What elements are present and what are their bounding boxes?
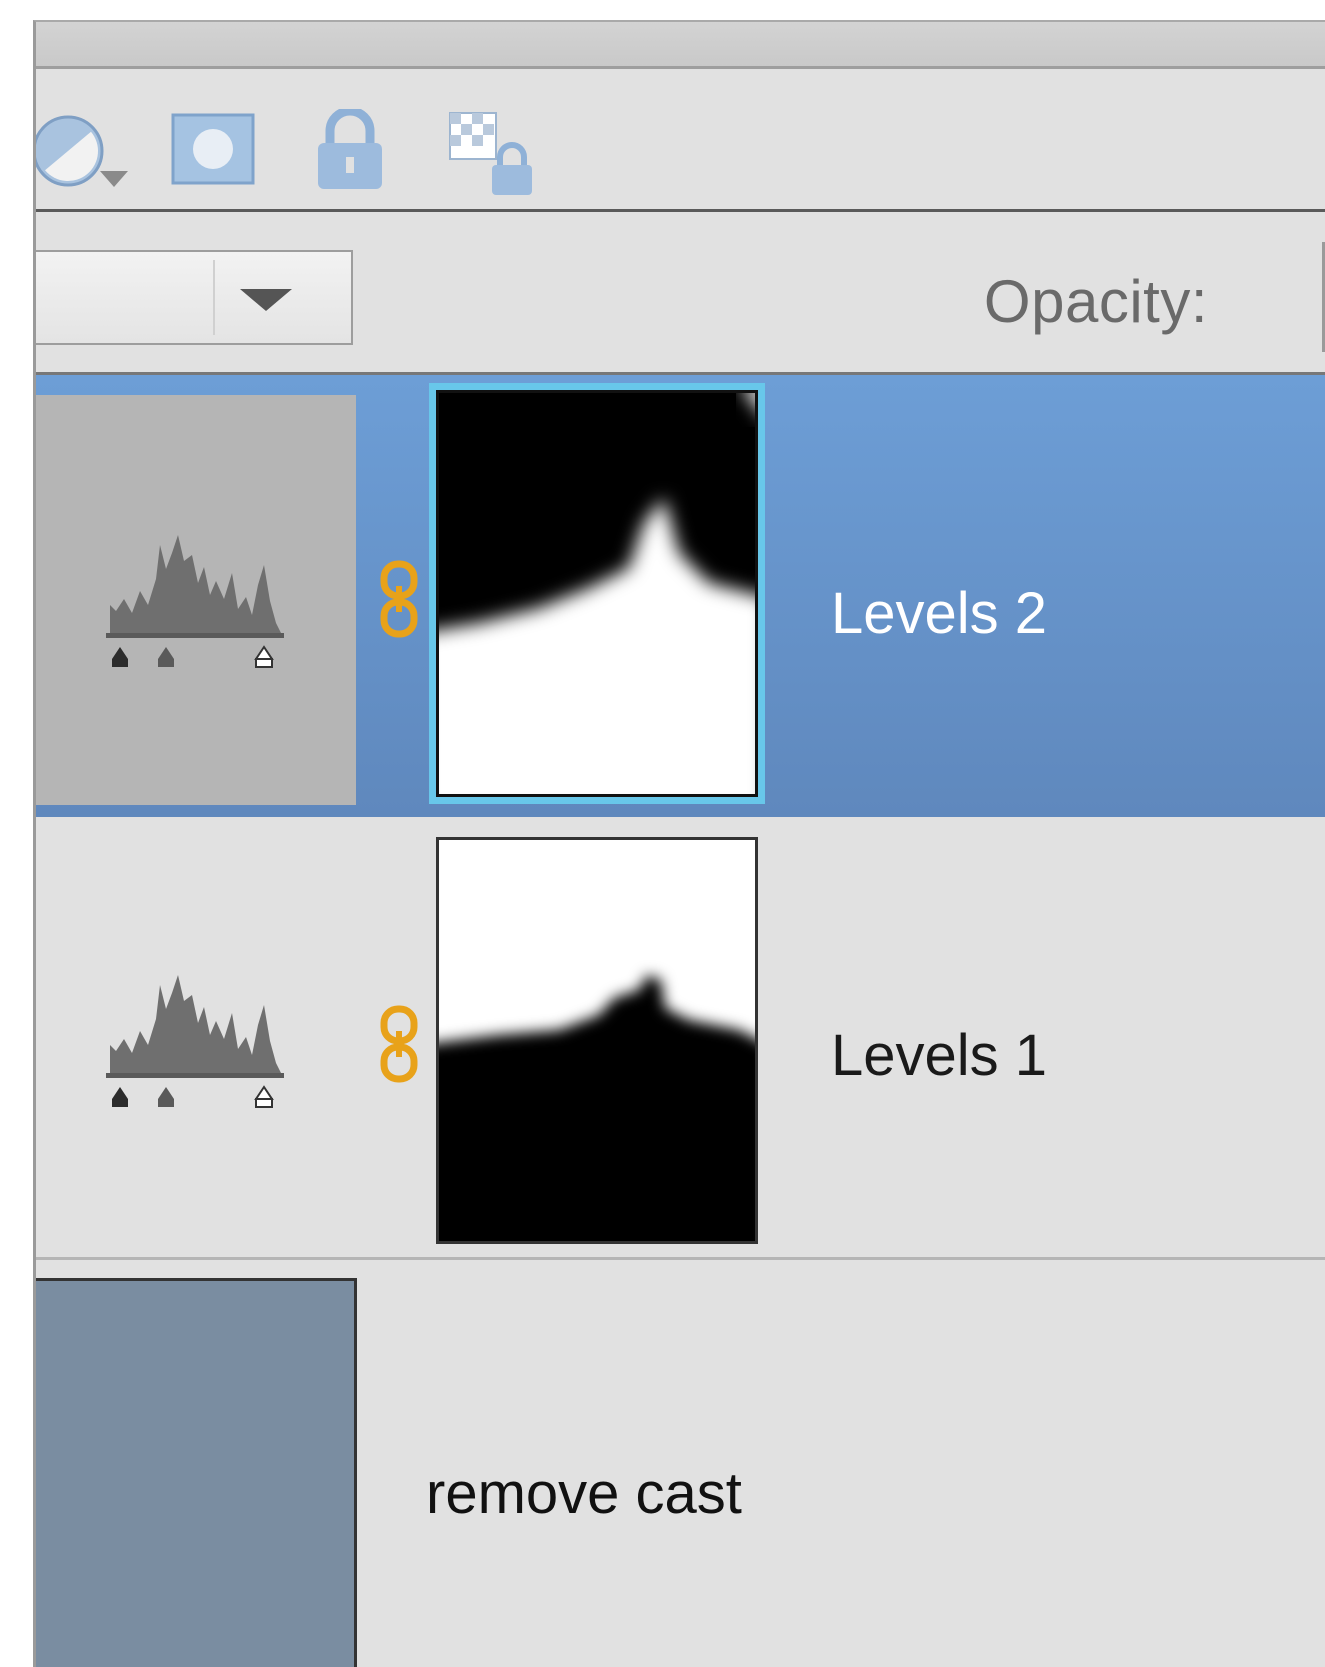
layers-panel: Opacity: Levels 2 Levels 1 remove cast xyxy=(33,20,1325,1667)
lock-transparency-icon[interactable] xyxy=(446,109,536,199)
mask-image xyxy=(439,393,755,794)
link-icon[interactable] xyxy=(376,1005,426,1085)
layer-mask-icon[interactable] xyxy=(171,113,255,185)
layer-row-levels-2[interactable]: Levels 2 xyxy=(36,375,1325,817)
panel-title-bar[interactable] xyxy=(36,22,1325,69)
lock-all-icon[interactable] xyxy=(314,106,386,191)
blend-mode-select[interactable] xyxy=(36,250,353,345)
layer-controls: Opacity: xyxy=(36,212,1325,375)
levels-adjustment-thumbnail[interactable] xyxy=(36,825,356,1245)
mask-image xyxy=(439,975,755,1241)
histogram-icon xyxy=(106,535,284,668)
select-divider xyxy=(213,260,215,335)
layer-mask-thumbnail[interactable] xyxy=(429,383,765,804)
layer-name: remove cast xyxy=(426,1461,742,1526)
layers-toolbar xyxy=(36,69,1325,212)
layer-mask-thumbnail[interactable] xyxy=(436,837,758,1244)
layer-name: Levels 1 xyxy=(831,1023,1048,1088)
opacity-label: Opacity: xyxy=(983,268,1208,335)
fill-color-thumbnail[interactable] xyxy=(36,1278,357,1667)
layer-row-remove-cast[interactable]: remove cast xyxy=(36,1260,1325,1667)
chevron-down-icon xyxy=(240,289,292,311)
layer-row-levels-1[interactable]: Levels 1 xyxy=(36,817,1325,1260)
layer-name: Levels 2 xyxy=(831,581,1048,646)
link-icon[interactable] xyxy=(376,560,426,640)
histogram-icon xyxy=(106,975,284,1108)
adjustment-layer-icon[interactable] xyxy=(36,109,136,199)
levels-adjustment-thumbnail[interactable] xyxy=(36,395,356,805)
